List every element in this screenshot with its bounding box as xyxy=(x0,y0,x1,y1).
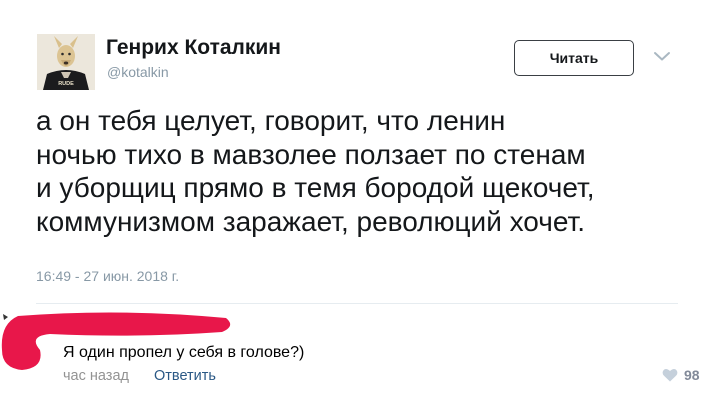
redacted-avatar-scribble xyxy=(1,312,231,370)
like-button[interactable]: 98 xyxy=(662,367,700,383)
author-handle[interactable]: @kotalkin xyxy=(107,64,169,80)
divider xyxy=(36,303,678,304)
avatar-shirt-text: RUDE xyxy=(58,81,74,87)
comment: Я один пропел у себя в голове?) час наза… xyxy=(0,310,724,400)
comment-text: Я один пропел у себя в голове?) xyxy=(63,344,305,361)
tweet-text: а он тебя целует, говорит, что ленин ноч… xyxy=(36,104,696,238)
tweet-timestamp[interactable]: 16:49 - 27 июн. 2018 г. xyxy=(36,268,179,284)
follow-button[interactable]: Читать xyxy=(514,40,634,76)
chevron-down-icon[interactable] xyxy=(653,50,671,62)
tweet-text-line: ночью тихо в мавзолее ползает по стенам xyxy=(36,138,586,170)
author-name[interactable]: Генрих Коталкин xyxy=(106,36,281,60)
dog-headed-person-avatar-icon: RUDE xyxy=(37,34,95,90)
reply-link[interactable]: Ответить xyxy=(154,368,216,384)
author-avatar[interactable]: RUDE xyxy=(37,34,95,90)
tweet-text-line: коммунизмом заражает, революций хочет. xyxy=(36,205,585,237)
like-count: 98 xyxy=(684,367,700,383)
heart-icon xyxy=(662,369,678,382)
tweet-text-line: и уборщиц прямо в темя бородой щекочет, xyxy=(36,172,595,203)
tweet-text-line: а он тебя целует, говорит, что ленин xyxy=(36,105,506,136)
comment-time[interactable]: час назад xyxy=(63,368,129,384)
tweet-card: RUDE Генрих Коталкин @kotalkin Читать а … xyxy=(0,0,724,310)
